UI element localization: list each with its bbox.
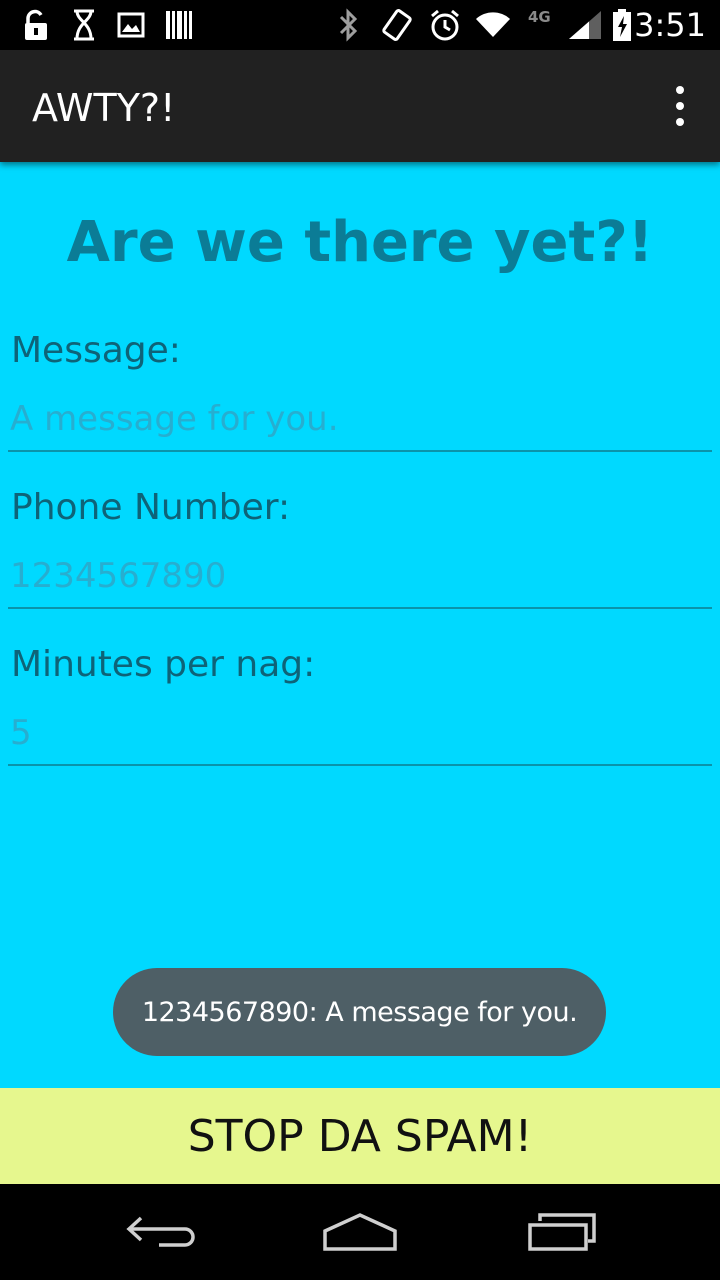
phone-number-label: Phone Number: <box>11 487 291 528</box>
overflow-dot <box>676 102 684 110</box>
action-bar: AWTY?! <box>0 50 720 162</box>
unlock-icon <box>20 8 52 42</box>
toast-message: 1234567890: A message for you. <box>113 968 606 1056</box>
home-icon[interactable] <box>300 1204 420 1260</box>
wifi-icon <box>474 8 512 42</box>
overflow-menu-icon[interactable] <box>672 86 688 126</box>
message-input[interactable] <box>8 388 712 452</box>
main-content: Are we there yet?! Message: Phone Number… <box>0 162 720 1088</box>
status-bar: 4G 3:51 <box>0 0 720 50</box>
page-heading: Are we there yet?! <box>66 210 654 275</box>
overflow-dot <box>676 118 684 126</box>
network-type-label: 4G <box>528 8 551 26</box>
barcode-icon <box>164 8 194 42</box>
battery-charging-icon <box>610 8 634 42</box>
app-title: AWTY?! <box>32 86 176 130</box>
phone-number-input[interactable] <box>8 545 712 609</box>
navigation-bar <box>0 1184 720 1280</box>
minutes-per-nag-input[interactable] <box>8 702 712 766</box>
rotation-icon <box>380 8 414 42</box>
message-label: Message: <box>11 330 181 371</box>
bluetooth-icon <box>336 8 362 42</box>
stop-spam-button[interactable]: STOP DA SPAM! <box>0 1088 720 1184</box>
image-icon <box>116 8 146 42</box>
recent-apps-icon[interactable] <box>502 1204 622 1260</box>
signal-icon <box>566 8 604 42</box>
minutes-per-nag-label: Minutes per nag: <box>11 644 316 685</box>
hourglass-icon <box>70 8 98 42</box>
back-icon[interactable] <box>100 1204 220 1260</box>
alarm-icon <box>428 8 462 42</box>
status-time: 3:51 <box>634 6 706 44</box>
overflow-dot <box>676 86 684 94</box>
